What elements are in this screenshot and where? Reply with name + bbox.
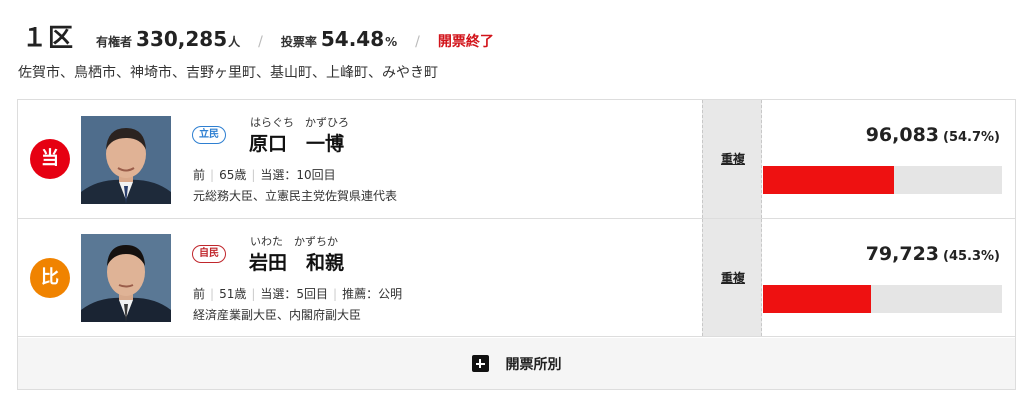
count-status: 開票終了	[437, 34, 494, 50]
polling-station-label: 開票所別	[505, 356, 562, 373]
voters-value: 330,285	[136, 27, 228, 51]
vote-count: 96,083	[865, 124, 940, 146]
candidate-kana: いわた かずちか	[250, 235, 338, 248]
candidate-kana: はらぐち かずひろ	[250, 116, 349, 129]
district-area: 佐賀市、鳥栖市、神埼市、吉野ヶ里町、基山町、上峰町、みやき町	[18, 65, 438, 81]
meta-divider: |	[251, 287, 256, 301]
candidate-career: 元総務大臣、立憲民主党佐賀県連代表	[193, 189, 398, 203]
candidate-photo	[81, 234, 171, 322]
vote-share-bar	[763, 285, 1002, 313]
turnout-label: 投票率	[280, 35, 317, 49]
header-separator: /	[258, 34, 263, 50]
duplicate-candidacy-link[interactable]: 重複	[703, 150, 763, 167]
duplicate-candidacy-cell: 重複	[702, 219, 762, 336]
times-elected: 当選：5回目	[260, 287, 329, 301]
meta-divider: |	[210, 168, 215, 182]
vote-share: (45.3%)	[943, 249, 1000, 264]
meta-divider: |	[210, 287, 215, 301]
party-recommendation: 推薦：公明	[342, 287, 403, 301]
vote-share-bar-fill	[763, 285, 872, 313]
winner-badge: 当	[30, 139, 70, 179]
candidate-age: 51歳	[219, 287, 247, 301]
vote-share-bar	[763, 166, 1002, 194]
vote-result: 96,083 (54.7%)	[866, 124, 1000, 146]
polling-station-toggle[interactable]: 開票所別	[18, 338, 1015, 389]
candidate-name: 原口 一博	[249, 133, 345, 155]
meta-divider: |	[251, 168, 256, 182]
turnout-unit: %	[385, 35, 398, 49]
district-header: １区 有権者 330,285 人 / 投票率 54.48 % / 開票終了	[22, 18, 494, 52]
voters-unit: 人	[228, 35, 241, 49]
turnout-value: 54.48	[320, 27, 385, 51]
vote-count: 79,723	[865, 243, 940, 265]
party-label: 立民	[192, 126, 226, 144]
district-title: １区	[22, 23, 75, 52]
candidate-row: 当 立民 はらぐち かずひろ 原口 一博 前 | 65歳 | 当選：10回目 元総務大臣…	[18, 100, 1015, 219]
incumbency-status: 前	[193, 168, 206, 182]
candidate-name: 岩田 和親	[249, 252, 345, 274]
candidate-row: 比 自民 いわた かずちか 岩田 和親 前 | 51歳 | 当選：5回目 | 推薦：公明 経…	[18, 219, 1015, 337]
results-table: 当 立民 はらぐち かずひろ 原口 一博 前 | 65歳 | 当選：10回目 元総務大臣…	[17, 99, 1016, 390]
pr-revival-badge: 比	[30, 258, 70, 298]
candidate-meta: 前 | 51歳 | 当選：5回目 | 推薦：公明	[193, 285, 402, 302]
candidate-age: 65歳	[219, 168, 247, 182]
candidate-photo	[81, 116, 171, 204]
candidate-meta: 前 | 65歳 | 当選：10回目	[193, 166, 336, 183]
vote-result: 79,723 (45.3%)	[866, 243, 1000, 265]
incumbency-status: 前	[193, 287, 206, 301]
party-label: 自民	[192, 245, 226, 263]
polling-station-toggle-content: 開票所別	[18, 338, 1015, 389]
plus-square-icon	[471, 355, 489, 372]
voters-label: 有権者	[96, 35, 133, 49]
vote-share-bar-fill	[763, 166, 894, 194]
candidate-career: 経済産業副大臣、内閣府副大臣	[193, 308, 362, 322]
times-elected: 当選：10回目	[260, 168, 336, 182]
vote-share: (54.7%)	[943, 130, 1000, 145]
meta-divider: |	[333, 287, 338, 301]
duplicate-candidacy-cell: 重複	[702, 100, 762, 218]
duplicate-candidacy-link[interactable]: 重複	[703, 269, 763, 286]
header-separator: /	[415, 34, 420, 50]
